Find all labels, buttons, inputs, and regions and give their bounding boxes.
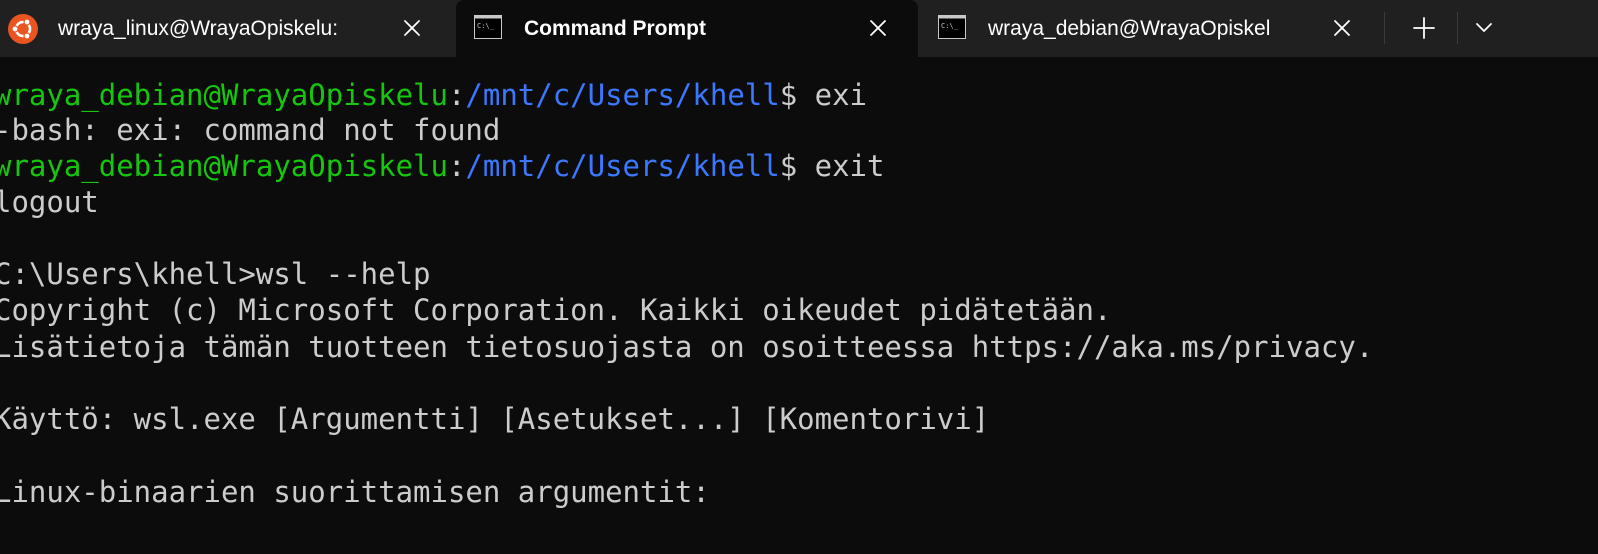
terminal-line: Lisätietoja tämän tuotteen tietosuojasta… — [0, 330, 1374, 364]
tab-title: Command Prompt — [524, 17, 707, 40]
close-icon[interactable] — [402, 18, 422, 38]
tab-wraya-linux[interactable]: wraya_linux@WrayaOpiskelu: — [0, 0, 450, 57]
svg-text:C:\_: C:\_ — [477, 22, 495, 30]
terminal-line: Linux-binaarien suorittamisen argumentit… — [0, 475, 710, 509]
tab-title: wraya_linux@WrayaOpiskelu: — [58, 17, 339, 40]
close-icon[interactable] — [868, 18, 888, 38]
new-tab-button[interactable] — [1406, 12, 1442, 44]
chevron-down-icon[interactable] — [1466, 12, 1502, 44]
tab-separator — [1384, 12, 1385, 44]
tab-title: wraya_debian@WrayaOpiskel — [988, 17, 1271, 40]
tab-separator — [1457, 12, 1458, 44]
cmd-icon: C:\_ — [938, 15, 966, 39]
terminal-line: C:\Users\khell>wsl --help — [0, 257, 431, 291]
close-icon[interactable] — [1332, 18, 1352, 38]
terminal-line: Copyright (c) Microsoft Corporation. Kai… — [0, 293, 1112, 327]
terminal-line: Käyttö: wsl.exe [Argumentti] [Asetukset.… — [0, 402, 990, 436]
terminal-line: -bash: exi: command not found — [0, 113, 501, 147]
terminal-line: logout — [0, 185, 99, 219]
ubuntu-icon — [8, 14, 38, 44]
terminal-line: wraya_debian@WrayaOpiskelu:/mnt/c/Users/… — [0, 149, 885, 183]
svg-text:C:\_: C:\_ — [941, 22, 959, 30]
tab-command-prompt[interactable]: C:\_ Command Prompt — [456, 0, 918, 57]
terminal-line: wraya_debian@WrayaOpiskelu:/mnt/c/Users/… — [0, 78, 868, 112]
terminal-output[interactable]: wraya_debian@WrayaOpiskelu:/mnt/c/Users/… — [0, 57, 1598, 554]
title-bar: wraya_linux@WrayaOpiskelu: C:\_ Command … — [0, 0, 1598, 57]
tab-wraya-debian[interactable]: C:\_ wraya_debian@WrayaOpiskel — [920, 0, 1380, 57]
cmd-icon: C:\_ — [474, 15, 502, 39]
